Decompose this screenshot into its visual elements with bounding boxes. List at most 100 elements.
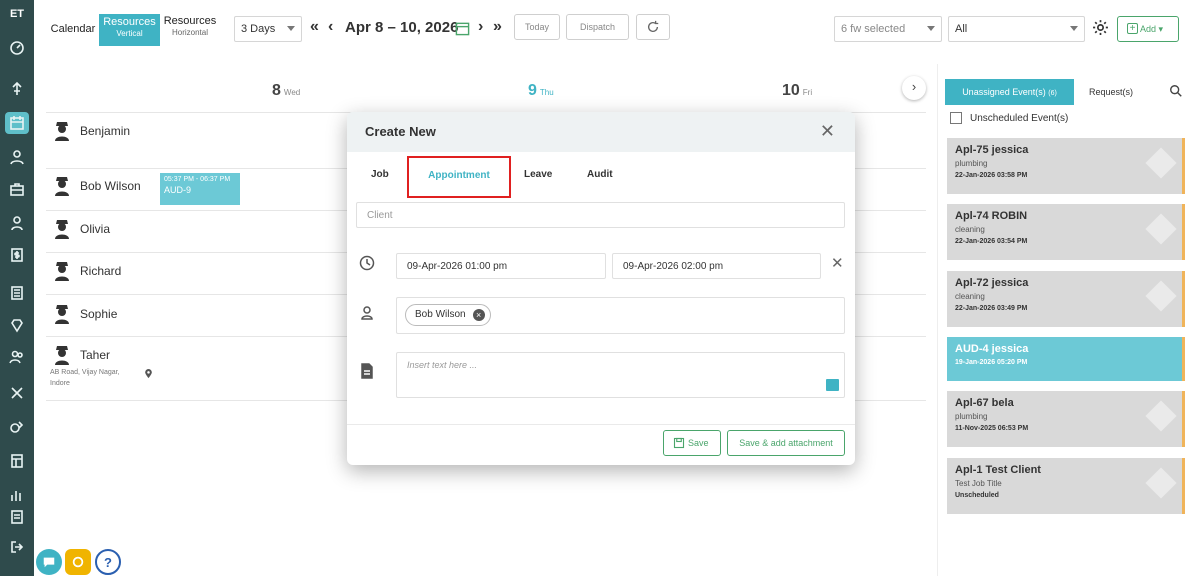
tools-icon[interactable]: [5, 382, 29, 404]
client-input[interactable]: Client: [356, 202, 845, 228]
tab-calendar[interactable]: Calendar: [48, 14, 98, 46]
location-icon[interactable]: [5, 78, 29, 100]
end-datetime-field[interactable]: 09-Apr-2026 02:00 pm: [612, 253, 821, 279]
tab-appointment[interactable]: Appointment: [407, 156, 511, 198]
refresh-button[interactable]: [636, 14, 670, 40]
tab-requests[interactable]: Request(s): [1075, 79, 1147, 105]
save-and-add-attachment-button[interactable]: Save & add attachment: [727, 430, 845, 456]
calendar-picker-icon[interactable]: [455, 21, 470, 41]
worker-avatar-icon: [55, 346, 69, 365]
unassigned-card[interactable]: Apl-72 jessica cleaning 22-Jan-2026 03:4…: [947, 271, 1185, 327]
staff-icon[interactable]: [5, 346, 29, 368]
dialog-header: Create New ✕: [347, 112, 855, 152]
event-time: 05:37 PM - 06:37 PM: [164, 176, 231, 183]
dispatch-button[interactable]: Dispatch: [566, 14, 629, 40]
resource-name: Benjamin: [80, 124, 131, 138]
plus-icon: +: [1127, 23, 1138, 34]
resource-row-benjamin[interactable]: Benjamin: [52, 120, 130, 142]
remove-chip-icon[interactable]: ×: [472, 309, 485, 321]
unassigned-card[interactable]: Apl-74 ROBIN cleaning 22-Jan-2026 03:54 …: [947, 204, 1185, 260]
unassigned-card[interactable]: Apl-1 Test Client Test Job Title Unsched…: [947, 458, 1185, 514]
resource-row-taher[interactable]: Taher: [52, 344, 110, 366]
next-button[interactable]: ›: [478, 18, 483, 36]
user-icon[interactable]: [5, 212, 29, 234]
save-icon: [673, 437, 685, 449]
report-icon[interactable]: [5, 450, 29, 472]
brand-logo[interactable]: ET: [0, 8, 34, 20]
clock-icon: [359, 255, 375, 276]
map-pin-icon[interactable]: [144, 369, 153, 379]
document-icon[interactable]: [5, 506, 29, 528]
worker-avatar-icon: [55, 305, 69, 324]
clear-datetime-icon[interactable]: ✕: [831, 254, 844, 272]
assignee-chip[interactable]: Bob Wilson ×: [405, 304, 491, 326]
dashboard-icon[interactable]: [5, 36, 29, 58]
calendar-event-aud-9[interactable]: 05:37 PM - 06:37 PM AUD-9: [160, 173, 240, 205]
tab-resources-horizontal[interactable]: Resources Horizontal: [161, 14, 219, 46]
collapse-panel-button[interactable]: ›: [902, 76, 926, 100]
prev-button[interactable]: ‹: [328, 18, 333, 36]
unassigned-card[interactable]: AUD-4 jessica 19-Jan-2026 05:20 PM: [947, 337, 1185, 381]
prev-far-button[interactable]: «: [310, 18, 319, 36]
dollar-icon[interactable]: [5, 244, 29, 266]
team-icon[interactable]: [5, 146, 29, 168]
logout-icon[interactable]: [5, 536, 29, 558]
help-icon[interactable]: ?: [95, 549, 121, 575]
save-button[interactable]: Save: [663, 430, 721, 456]
filter-select[interactable]: All: [948, 16, 1085, 42]
unassigned-card[interactable]: Apl-75 jessica plumbing 22-Jan-2026 03:5…: [947, 138, 1185, 194]
day-header-thu[interactable]: 9 Thu: [528, 82, 554, 100]
tab-job[interactable]: Job: [371, 169, 389, 180]
day-header-fri[interactable]: 10 Fri: [782, 82, 812, 100]
event-label: AUD-9: [164, 185, 192, 195]
resource-name: Taher: [80, 348, 111, 362]
chat-icon[interactable]: [36, 549, 62, 575]
calendar-icon[interactable]: [5, 112, 29, 134]
ledger-icon[interactable]: [5, 282, 29, 304]
left-sidebar: ET: [0, 0, 34, 576]
settings-gear-icon[interactable]: [1092, 19, 1109, 41]
dialog-title: Create New: [365, 124, 436, 139]
insert-image-icon[interactable]: [826, 379, 839, 391]
resource-row-sophie[interactable]: Sophie: [52, 303, 117, 325]
add-button[interactable]: + Add ▾: [1117, 16, 1179, 42]
chart-icon[interactable]: [5, 484, 29, 506]
top-toolbar: Calendar Resources Vertical Resources Hori…: [34, 0, 1200, 60]
diamond-icon[interactable]: [5, 314, 29, 336]
notes-textarea[interactable]: Insert text here ...: [396, 352, 845, 398]
assignee-field[interactable]: Bob Wilson ×: [396, 297, 845, 334]
toolbox-icon[interactable]: [5, 178, 29, 200]
start-datetime-field[interactable]: 09-Apr-2026 01:00 pm: [396, 253, 606, 279]
next-far-button[interactable]: »: [493, 18, 502, 36]
view-select[interactable]: 3 Days: [234, 16, 302, 42]
chevron-right-icon: ›: [911, 79, 917, 94]
resource-name: Bob Wilson: [80, 179, 141, 193]
app-root: ET Calendar Resources Vertical Resources H…: [0, 0, 1200, 576]
dialog-footer-divider: [347, 424, 855, 425]
money-icon[interactable]: [5, 416, 29, 438]
resource-name: Richard: [80, 264, 122, 278]
checkbox-box: [950, 112, 962, 124]
worker-avatar-icon: [55, 220, 69, 239]
tab-audit[interactable]: Audit: [587, 169, 613, 180]
tab-leave[interactable]: Leave: [524, 169, 552, 180]
note-icon: [359, 363, 375, 384]
unassigned-card[interactable]: Apl-67 bela plumbing 11-Nov-2025 06:53 P…: [947, 391, 1185, 447]
today-button[interactable]: Today: [514, 14, 560, 40]
resource-row-bob-wilson[interactable]: Bob Wilson: [52, 175, 141, 197]
tab-resources-vertical[interactable]: Resources Vertical: [99, 14, 160, 46]
search-icon[interactable]: [1169, 84, 1183, 98]
close-icon[interactable]: ✕: [820, 122, 835, 140]
support-icon[interactable]: [65, 549, 91, 575]
tab-unassigned-events[interactable]: Unassigned Event(s) (6): [945, 79, 1074, 105]
resource-name: Olivia: [80, 222, 111, 236]
unscheduled-events-checkbox[interactable]: Unscheduled Event(s): [950, 112, 1068, 124]
resource-row-olivia[interactable]: Olivia: [52, 218, 110, 240]
worker-avatar-icon: [55, 262, 69, 281]
field-worker-select[interactable]: 6 fw selected: [834, 16, 942, 42]
day-header-wed[interactable]: 8 Wed: [272, 82, 300, 100]
date-range-title: Apr 8 – 10, 2026: [345, 19, 459, 36]
resource-address: AB Road, Vijay Nagar, Indore: [50, 369, 120, 387]
resource-row-richard[interactable]: Richard: [52, 260, 121, 282]
person-icon: [359, 305, 375, 326]
